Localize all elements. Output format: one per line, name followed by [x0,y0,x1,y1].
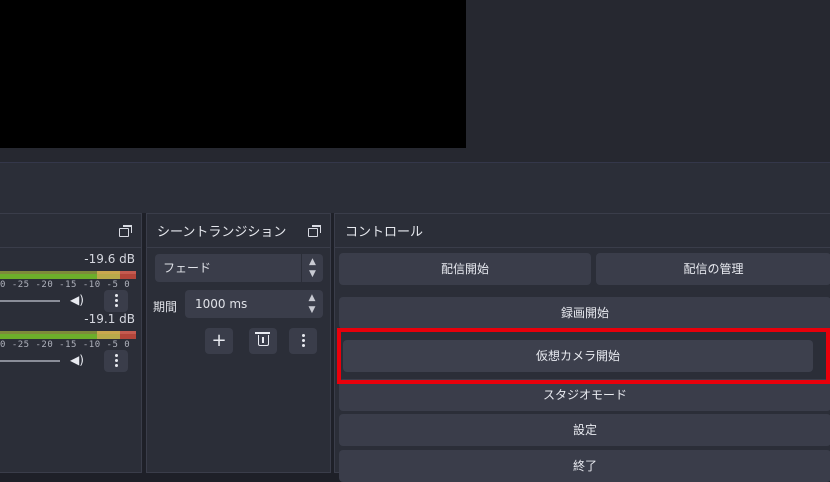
mixer-track: -19.1 dB 0 -25 -20 -15 -10 -5 0 ◀) [0,312,141,372]
undock-icon[interactable] [119,224,132,237]
controls-dock: コントロール 配信開始 配信の管理 録画開始 仮想カメラ開始 スタジオモード 設… [334,213,830,482]
controls-header: コントロール [335,214,830,248]
transition-select[interactable]: フェード ▲ ▼ [155,254,323,282]
kebab-icon [114,294,118,308]
kebab-icon [301,334,305,348]
audio-mixer-dock: -19.6 dB 0 -25 -20 -15 -10 -5 0 ◀) -19.1… [0,213,142,473]
remove-transition-button[interactable] [249,328,277,354]
kebab-icon [114,354,118,368]
start-virtual-camera-button[interactable]: 仮想カメラ開始 [343,340,813,372]
meter-ticks: 0 -25 -20 -15 -10 -5 0 [0,280,131,290]
preview-canvas[interactable] [0,0,466,148]
manage-broadcast-button[interactable]: 配信の管理 [596,253,830,285]
start-streaming-button[interactable]: 配信開始 [339,253,591,285]
settings-button[interactable]: 設定 [339,414,830,446]
plus-icon: + [211,330,227,351]
volume-slider[interactable] [0,300,60,302]
transition-selected-value: フェード [163,261,212,275]
track-db-value: -19.1 dB [84,312,135,326]
meter-ticks: 0 -25 -20 -15 -10 -5 0 [0,340,131,350]
dock-title: シーントランジション [157,225,287,240]
preview-area [0,0,830,162]
duration-value: 1000 ms [195,297,248,311]
track-menu-button[interactable] [104,290,128,312]
spin-arrows-icon[interactable]: ▲ ▼ [301,290,323,318]
toolbar-strip [0,162,830,213]
volume-slider[interactable] [0,360,60,362]
speaker-icon[interactable]: ◀) [66,352,88,368]
track-menu-button[interactable] [104,350,128,372]
audio-mixer-header [0,214,141,248]
transition-menu-button[interactable] [289,328,317,354]
mixer-track: -19.6 dB 0 -25 -20 -15 -10 -5 0 ◀) [0,252,141,312]
undock-icon[interactable] [308,224,321,237]
track-db-value: -19.6 dB [84,252,135,266]
volume-meter [0,331,136,339]
speaker-icon[interactable]: ◀) [66,292,88,308]
scene-transitions-header: シーントランジション [147,214,330,248]
start-recording-button[interactable]: 録画開始 [339,297,830,329]
exit-button[interactable]: 終了 [339,450,830,482]
duration-label: 期間 [153,300,178,314]
scene-transitions-dock: シーントランジション フェード ▲ ▼ 期間 1000 ms ▲ ▼ + [146,213,331,473]
dock-title: コントロール [345,225,424,240]
duration-spinbox[interactable]: 1000 ms ▲ ▼ [185,290,323,318]
trash-icon [255,332,270,346]
studio-mode-button[interactable]: スタジオモード [339,379,830,411]
add-transition-button[interactable]: + [205,328,233,354]
updown-arrows-icon: ▲ ▼ [301,254,323,282]
volume-meter [0,271,136,279]
